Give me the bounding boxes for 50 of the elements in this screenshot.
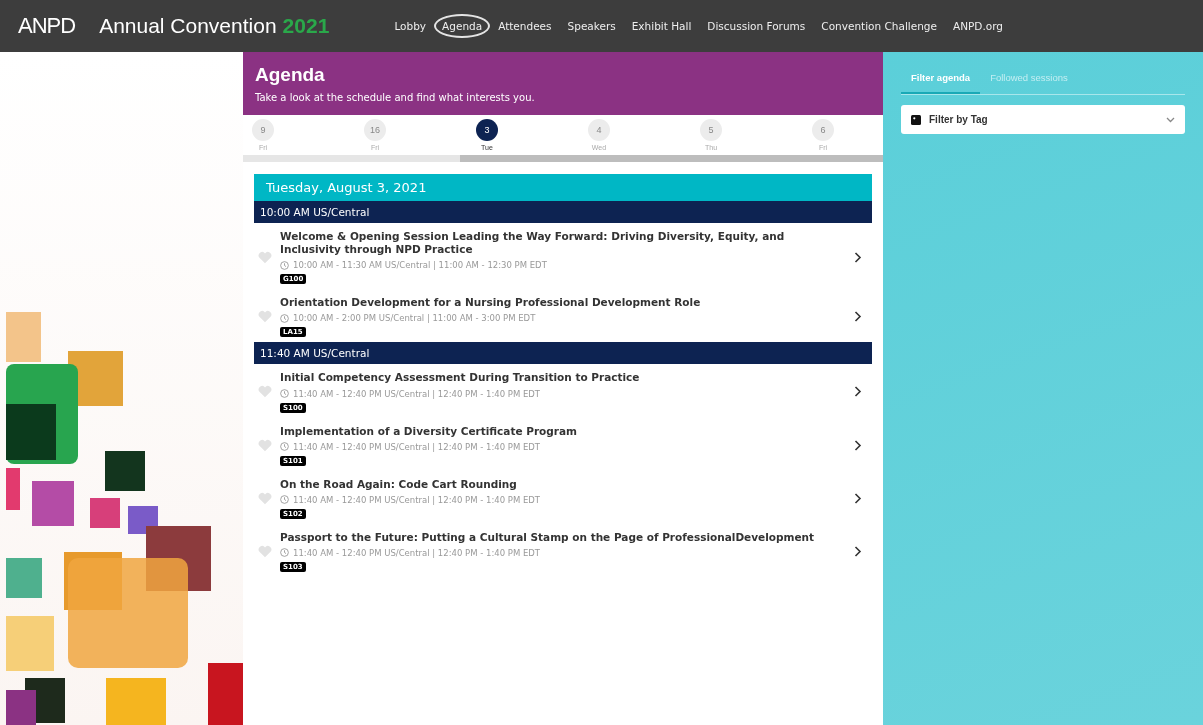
session-time: 11:40 AM - 12:40 PM US/Central | 12:40 PM - 1:40 PM EDT [293,441,541,452]
chevron-right-icon[interactable] [854,492,862,504]
session-title[interactable]: Orientation Development for a Nursing Professional Development Role [280,296,846,310]
clock-icon [280,260,289,270]
time-slot-heading: 11:40 AM US/Central [254,342,872,365]
heart-icon[interactable] [258,385,272,399]
heart-icon[interactable] [258,250,272,264]
clock-icon [280,389,289,398]
session-time: 11:40 AM - 12:40 PM US/Central | 12:40 PM - 1:40 PM EDT [293,388,541,399]
tag-filter-dropdown[interactable]: Filter by Tag [901,105,1185,134]
nav-link[interactable]: ANPD.org [945,14,1011,38]
session-time: 11:40 AM - 12:40 PM US/Central | 12:40 PM - 1:40 PM EDT [293,547,541,558]
session-time: 10:00 AM - 11:30 AM US/Central | 11:00 AM - 12:30 PM EDT [293,260,547,271]
clock-icon [280,442,289,452]
date-heading: Tuesday, August 3, 2021 [254,174,872,201]
session-title[interactable]: Implementation of a Diversity Certificate Program [280,424,846,438]
session-title[interactable]: Initial Competency Assessment During Transition to Practice [280,371,846,385]
session-time: 10:00 AM - 2:00 PM US/Central | 11:00 AM - 3:00 PM EDT [293,313,536,324]
nav-link[interactable]: Attendees [490,14,560,38]
nav-link[interactable]: Exhibit Hall [623,14,700,38]
session-title[interactable]: On the Road Again: Code Cart Rounding [280,477,846,491]
chevron-right-icon[interactable] [854,251,862,263]
session-time: 11:40 AM - 12:40 PM US/Central | 12:40 PM - 1:40 PM EDT [293,494,541,505]
year-text: 2021 [282,14,330,38]
time-slot-heading: 10:00 AM US/Central [254,201,872,223]
clock-icon [280,548,289,558]
chevron-down-icon [1166,116,1175,123]
scrollbar-thumb[interactable] [460,155,883,162]
chevron-right-icon[interactable] [854,439,862,451]
session-title[interactable]: Passport to the Future: Putting a Cultural Stamp on the Page of ProfessionalDevelopment [280,530,846,544]
clock-icon [280,313,289,323]
nav-link[interactable]: Agenda [434,14,491,38]
chevron-right-icon[interactable] [854,545,862,557]
clock-icon [280,495,289,505]
page-title: Agenda [255,64,326,86]
session-title[interactable]: Welcome & Opening Session Leading the Way Forward: Driving Diversity, Equity, and Inclusivity through NPD Practice [280,230,846,257]
chevron-right-icon[interactable] [854,311,862,323]
nav-link[interactable]: Speakers [559,14,624,38]
heart-icon[interactable] [258,310,272,324]
nav-link[interactable]: Discussion Forums [699,14,814,38]
tag-icon [911,114,921,125]
logo[interactable]: ANPD [18,13,76,39]
heart-icon[interactable] [258,491,272,505]
nav-link[interactable]: Convention Challenge [813,14,945,38]
chevron-right-icon[interactable] [854,386,862,398]
site-title: Annual Convention [99,14,277,38]
nav-link[interactable]: Lobby [386,14,435,38]
heart-icon[interactable] [258,438,272,452]
heart-icon[interactable] [258,544,272,558]
page-subtitle: Take a look at the schedule and find what interests you. [255,92,536,103]
